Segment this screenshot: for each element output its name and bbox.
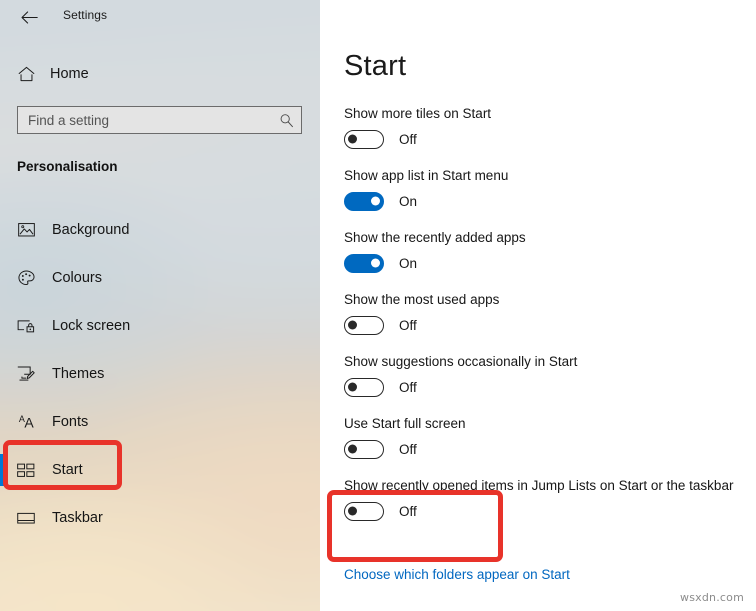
back-arrow-icon[interactable] [12,4,46,30]
setting-label: Show recently opened items in Jump Lists… [344,478,734,493]
sidebar-item-taskbar[interactable]: Taskbar [0,494,320,542]
toggle-knob [348,382,357,392]
taskbar-icon [15,507,37,529]
toggle-show-suggestions[interactable] [344,377,384,397]
sidebar-item-themes[interactable]: Themes [0,350,320,398]
toggle-row: Off [344,438,756,460]
home-icon [16,64,36,84]
toggle-show-most-used-apps[interactable] [344,315,384,335]
lock-screen-icon [15,315,37,337]
toggle-row: On [344,190,756,212]
toggle-show-recently-opened-items[interactable] [344,501,384,521]
watermark: wsxdn.com [680,591,744,604]
toggle-state-label: Off [399,131,417,147]
toggle-state-label: Off [399,441,417,457]
settings-window: Settings Home Find a setting Personalisa… [0,0,756,611]
toggle-row: On [344,252,756,274]
choose-folders-link[interactable]: Choose which folders appear on Start [344,567,570,582]
setting-label: Show the most used apps [344,292,500,307]
toggle-knob [371,196,380,206]
setting-show-recently-added-apps: Show the recently added apps On [344,230,756,274]
picture-icon [15,219,37,241]
sidebar-item-lock-screen-label: Lock screen [52,318,131,334]
setting-label: Show the recently added apps [344,230,526,245]
toggle-show-more-tiles[interactable] [344,129,384,149]
sidebar-item-themes-label: Themes [52,366,105,382]
toggle-state-label: Off [399,379,417,395]
sidebar-item-taskbar-label: Taskbar [52,510,103,526]
setting-label: Show app list in Start menu [344,168,509,183]
sidebar-item-background-label: Background [52,222,130,238]
setting-show-recently-opened-items: Show recently opened items in Jump Lists… [344,478,756,522]
fonts-icon: AA [18,413,34,431]
main-content: Start Show more tiles on Start Off Show … [320,0,756,611]
setting-show-suggestions: Show suggestions occasionally in Start O… [344,354,756,398]
search-icon[interactable] [273,107,299,133]
toggle-knob [348,506,357,516]
palette-icon [15,267,37,289]
sidebar-item-start-label: Start [52,462,83,478]
toggle-row: Off [344,500,756,522]
toggle-state-label: Off [399,503,417,519]
sidebar-nav: Background Colours Lock screen Themes AA… [0,206,320,542]
toggle-knob [371,258,380,268]
sidebar-item-fonts[interactable]: AA Fonts [0,398,320,446]
setting-show-most-used-apps: Show the most used apps Off [344,292,756,336]
sidebar-item-home[interactable]: Home [0,58,320,90]
title-bar: Settings [0,0,320,32]
setting-label: Show more tiles on Start [344,106,492,121]
toggle-state-label: On [399,255,418,271]
sidebar-item-lock-screen[interactable]: Lock screen [0,302,320,350]
sidebar-item-start[interactable]: Start [0,446,320,494]
setting-use-start-full-screen: Use Start full screen Off [344,416,756,460]
toggle-knob [348,320,357,330]
toggle-row: Off [344,314,756,336]
setting-show-app-list: Show app list in Start menu On [344,168,756,212]
toggle-knob [348,134,357,144]
settings-list: Show more tiles on Start Off Show app li… [344,106,756,540]
setting-show-more-tiles: Show more tiles on Start Off [344,106,756,150]
sidebar: Settings Home Find a setting Personalisa… [0,0,320,611]
toggle-show-app-list[interactable] [344,191,384,211]
toggle-state-label: Off [399,317,417,333]
sidebar-item-colours[interactable]: Colours [0,254,320,302]
search-box[interactable] [17,106,302,134]
sidebar-group-header: Personalisation [17,159,118,174]
sidebar-content: Settings Home Find a setting Personalisa… [0,0,320,611]
search-input[interactable] [18,112,273,128]
themes-icon [15,363,37,385]
sidebar-item-fonts-label: Fonts [52,414,89,430]
toggle-row: Off [344,128,756,150]
sidebar-item-background[interactable]: Background [0,206,320,254]
toggle-row: Off [344,376,756,398]
sidebar-item-home-label: Home [50,66,89,82]
toggle-show-recently-added-apps[interactable] [344,253,384,273]
window-title: Settings [63,8,108,22]
selection-indicator [0,454,4,486]
start-tiles-icon [15,459,37,481]
setting-label: Show suggestions occasionally in Start [344,354,578,369]
page-title: Start [344,50,407,82]
toggle-use-start-full-screen[interactable] [344,439,384,459]
setting-label: Use Start full screen [344,416,466,431]
toggle-knob [348,444,357,454]
sidebar-item-colours-label: Colours [52,270,102,286]
toggle-state-label: On [399,193,418,209]
